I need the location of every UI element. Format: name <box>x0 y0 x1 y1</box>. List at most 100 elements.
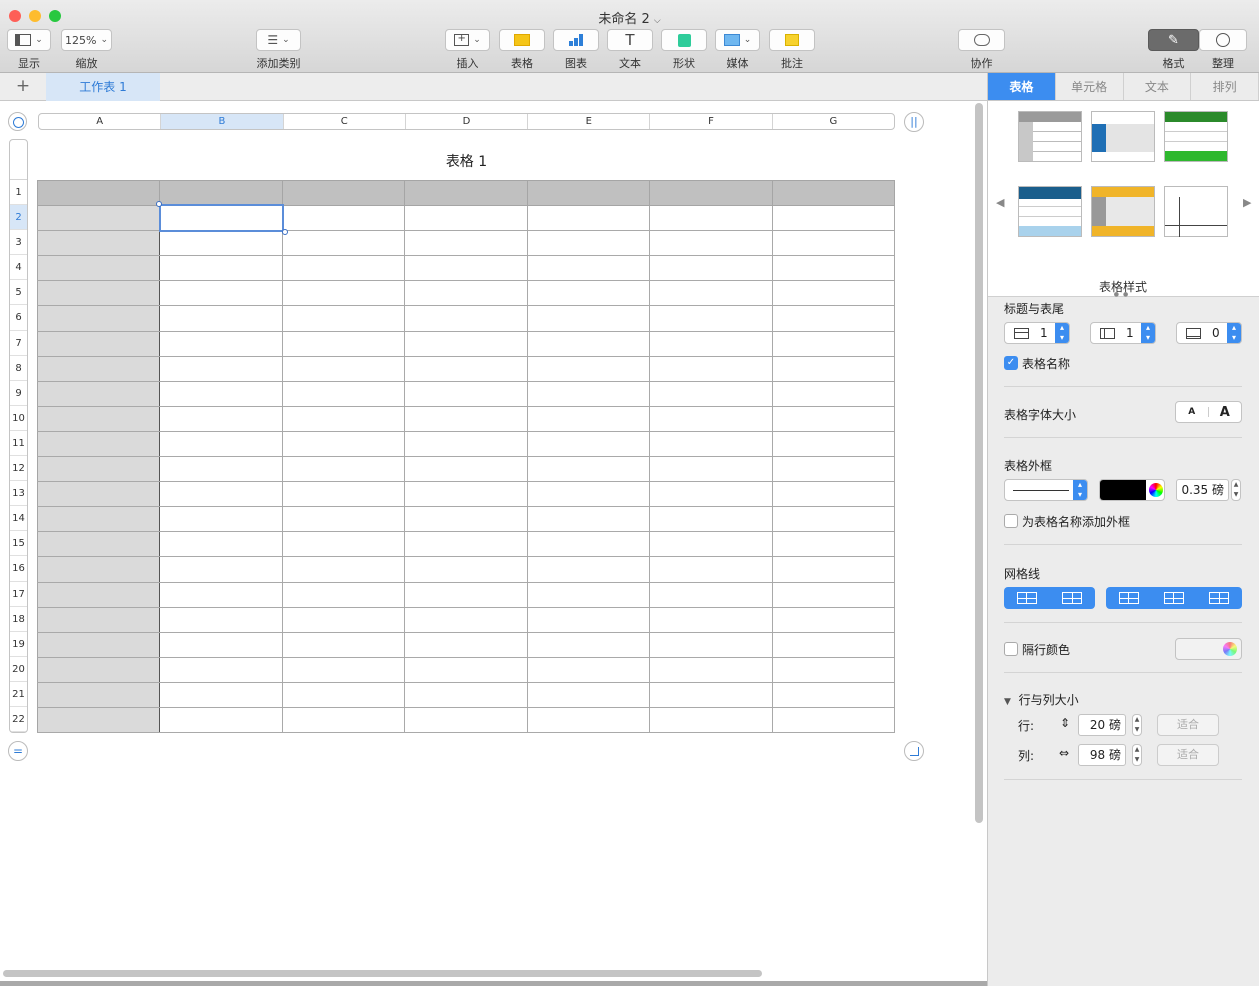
row-header-22[interactable]: 22 <box>10 707 27 732</box>
row-header-9[interactable]: 9 <box>10 381 27 406</box>
add-row-handle[interactable]: = <box>8 741 28 761</box>
color-wheel-icon[interactable] <box>1223 642 1237 656</box>
border-color-well[interactable] <box>1099 479 1165 501</box>
cell-C6[interactable] <box>281 305 406 332</box>
cell-E22[interactable] <box>526 706 651 734</box>
row-header-15[interactable]: 15 <box>10 531 27 557</box>
row-header-18[interactable]: 18 <box>10 607 27 632</box>
cell-F13[interactable] <box>649 481 773 508</box>
cell-D2[interactable] <box>404 205 528 232</box>
row-header-2[interactable]: 2 <box>10 205 27 231</box>
cell-D5[interactable] <box>404 280 528 307</box>
row-col-size-header[interactable]: ▼ 行与列大小 <box>1004 691 1079 708</box>
increase-font-button[interactable]: A <box>1209 405 1242 420</box>
table-grid[interactable] <box>36 179 896 734</box>
view-toolbar-item[interactable]: ⌄ 显示 <box>7 29 51 71</box>
stepper-arrows-icon[interactable]: ▴ ▾ <box>1055 323 1069 343</box>
cell-A17[interactable] <box>36 581 161 608</box>
footer-gridlines-icon[interactable] <box>1209 592 1230 604</box>
insert-toolbar-item[interactable]: + ⌄ 插入 <box>445 29 490 71</box>
cell-C17[interactable] <box>281 581 406 608</box>
cell-D4[interactable] <box>404 255 528 282</box>
cell-D21[interactable] <box>404 681 528 708</box>
cell-A22[interactable] <box>36 706 161 734</box>
cell-E17[interactable] <box>526 581 651 608</box>
cell-F21[interactable] <box>649 681 773 708</box>
page-dots[interactable]: ●● <box>988 291 1258 298</box>
vertical-scrollbar[interactable] <box>975 103 983 823</box>
comment-toolbar-item[interactable]: 批注 <box>769 29 815 71</box>
cell-A2[interactable] <box>36 205 161 232</box>
row-header-21[interactable]: 21 <box>10 682 27 707</box>
cell-B14[interactable] <box>159 506 283 533</box>
cell-C20[interactable] <box>281 656 406 683</box>
cell-B6[interactable] <box>159 305 283 332</box>
add-category-button[interactable]: ☰ ⌄ <box>256 29 301 51</box>
selection-handle-bottom-right[interactable] <box>282 229 288 235</box>
table-style-1[interactable] <box>1018 111 1082 162</box>
cell-E3[interactable] <box>526 230 651 257</box>
cell-B3[interactable] <box>159 230 283 257</box>
cell-A3[interactable] <box>36 230 161 257</box>
cell-E10[interactable] <box>526 405 651 432</box>
text-button[interactable]: T <box>607 29 653 51</box>
cell-E2[interactable] <box>526 205 651 232</box>
cell-C1[interactable] <box>281 179 406 207</box>
cell-B22[interactable] <box>159 706 283 734</box>
cell-E9[interactable] <box>526 380 651 407</box>
row-header-bar[interactable]: 1 2 3 4 5 6 7 8 9 10 11 12 13 14 15 16 17 18 19 20 21 22 <box>9 139 28 733</box>
cell-B20[interactable] <box>159 656 283 683</box>
cell-D16[interactable] <box>404 556 528 583</box>
cell-C10[interactable] <box>281 405 406 432</box>
cell-B7[interactable] <box>159 330 283 357</box>
tab-table[interactable]: 表格 <box>988 73 1056 100</box>
cell-G2[interactable] <box>771 205 896 232</box>
cell-G9[interactable] <box>771 380 896 407</box>
header-rows-stepper[interactable]: 1 ▴ ▾ <box>1004 322 1070 344</box>
cell-E1[interactable] <box>526 179 651 207</box>
cell-G11[interactable] <box>771 430 896 458</box>
cell-D10[interactable] <box>404 405 528 432</box>
zoom-button[interactable]: 125% ⌄ <box>61 29 112 51</box>
cell-G7[interactable] <box>771 330 896 357</box>
cell-C3[interactable] <box>281 230 406 257</box>
border-style-select[interactable]: ▴ ▾ <box>1004 479 1088 501</box>
cell-B11[interactable] <box>159 430 283 458</box>
cell-E5[interactable] <box>526 280 651 307</box>
cell-F12[interactable] <box>649 456 773 483</box>
cell-F9[interactable] <box>649 380 773 407</box>
row-height-stepper[interactable]: ▲ ▼ <box>1132 714 1142 736</box>
cell-D17[interactable] <box>404 581 528 608</box>
chart-button[interactable] <box>553 29 599 51</box>
cell-D8[interactable] <box>404 355 528 382</box>
cell-D18[interactable] <box>404 606 528 633</box>
stepper-arrows-icon[interactable]: ▴ ▾ <box>1073 480 1087 500</box>
cell-A11[interactable] <box>36 430 161 458</box>
cell-C16[interactable] <box>281 556 406 583</box>
cell-E13[interactable] <box>526 481 651 508</box>
cell-G4[interactable] <box>771 255 896 282</box>
cell-G19[interactable] <box>771 631 896 658</box>
cell-B10[interactable] <box>159 405 283 432</box>
cell-F16[interactable] <box>649 556 773 583</box>
insert-button[interactable]: + ⌄ <box>445 29 490 51</box>
cell-B2[interactable] <box>159 205 283 232</box>
row-header-3[interactable]: 3 <box>10 230 27 256</box>
color-wheel-icon[interactable] <box>1149 483 1163 497</box>
cell-G18[interactable] <box>771 606 896 633</box>
cell-B8[interactable] <box>159 355 283 382</box>
cell-C11[interactable] <box>281 430 406 458</box>
cell-G15[interactable] <box>771 531 896 558</box>
table-style-5[interactable] <box>1091 186 1155 237</box>
cell-B5[interactable] <box>159 280 283 307</box>
cell-C4[interactable] <box>281 255 406 282</box>
cell-E12[interactable] <box>526 456 651 483</box>
cell-C2[interactable] <box>281 205 406 232</box>
cell-E8[interactable] <box>526 355 651 382</box>
column-width-stepper[interactable]: ▲ ▼ <box>1132 744 1142 766</box>
cell-G22[interactable] <box>771 706 896 734</box>
cell-C21[interactable] <box>281 681 406 708</box>
cell-F15[interactable] <box>649 531 773 558</box>
cell-F1[interactable] <box>649 179 773 207</box>
cell-G21[interactable] <box>771 681 896 708</box>
